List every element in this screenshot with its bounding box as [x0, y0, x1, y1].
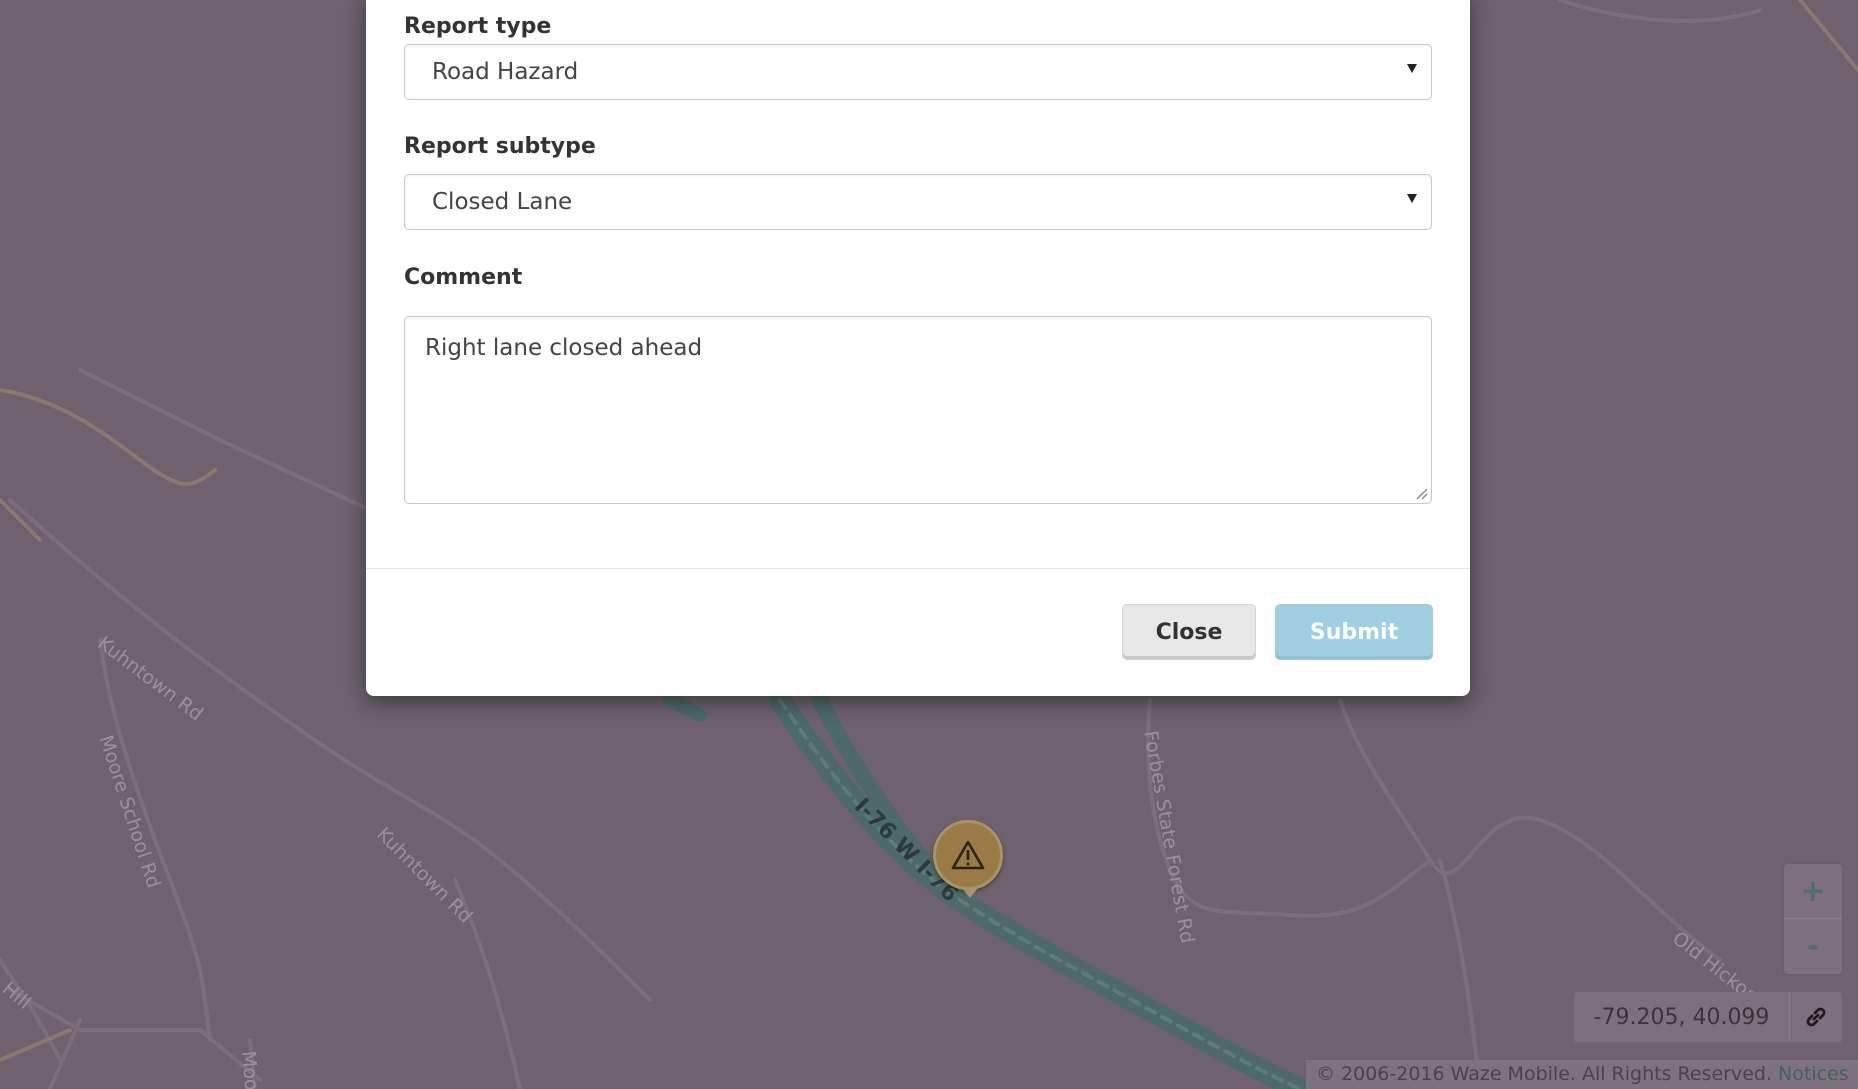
road-label-moo: Moo: [237, 1050, 263, 1089]
zoom-in-button[interactable]: +: [1784, 864, 1842, 918]
copyright-bar: © 2006-2016 Waze Mobile. All Rights Rese…: [1306, 1060, 1858, 1089]
report-subtype-label: Report subtype: [404, 134, 596, 159]
warning-icon: [951, 840, 985, 870]
report-subtype-select[interactable]: Closed Lane: [404, 174, 1432, 230]
permalink-button[interactable]: [1789, 992, 1842, 1042]
road-forbes: [1146, 698, 1432, 918]
notices-link[interactable]: Notices: [1778, 1063, 1849, 1085]
report-modal: Report type Road Hazard Report subtype C…: [366, 0, 1470, 696]
report-type-label: Report type: [404, 14, 552, 39]
report-subtype-value: Closed Lane: [432, 189, 573, 215]
comment-value: Right lane closed ahead: [425, 335, 703, 361]
map-view[interactable]: Kuhntown Rd Kuhntown Rd Moore School Rd …: [0, 0, 1858, 1089]
comment-label: Comment: [404, 265, 523, 290]
report-type-value: Road Hazard: [432, 59, 579, 85]
resize-grip-icon[interactable]: [1414, 486, 1428, 500]
submit-button[interactable]: Submit: [1275, 604, 1433, 660]
chevron-down-icon: [1407, 64, 1417, 73]
hazard-marker[interactable]: [933, 820, 1003, 898]
report-type-select[interactable]: Road Hazard: [404, 44, 1432, 100]
coordinates-text: -79.205, 40.099: [1593, 1004, 1770, 1030]
highway-fragment: [663, 693, 707, 722]
road-tan-upper-left: [0, 388, 217, 486]
link-icon: [1806, 1007, 1826, 1027]
comment-textarea[interactable]: Right lane closed ahead: [404, 316, 1432, 504]
road-southeast: [1438, 858, 1482, 1089]
copyright-text: © 2006-2016 Waze Mobile. All Rights Rese…: [1316, 1063, 1772, 1085]
modal-footer-divider: [366, 568, 1470, 569]
road-top-right: [1558, 0, 1762, 23]
zoom-out-button[interactable]: -: [1784, 918, 1842, 973]
coordinates-display: -79.205, 40.099: [1574, 992, 1842, 1042]
road-east: [1338, 698, 1722, 962]
chevron-down-icon: [1407, 194, 1417, 203]
road-upper-left: [78, 368, 372, 512]
road-tan-right: [1798, 0, 1858, 72]
close-button[interactable]: Close: [1122, 604, 1256, 660]
zoom-controls: + -: [1784, 864, 1842, 974]
